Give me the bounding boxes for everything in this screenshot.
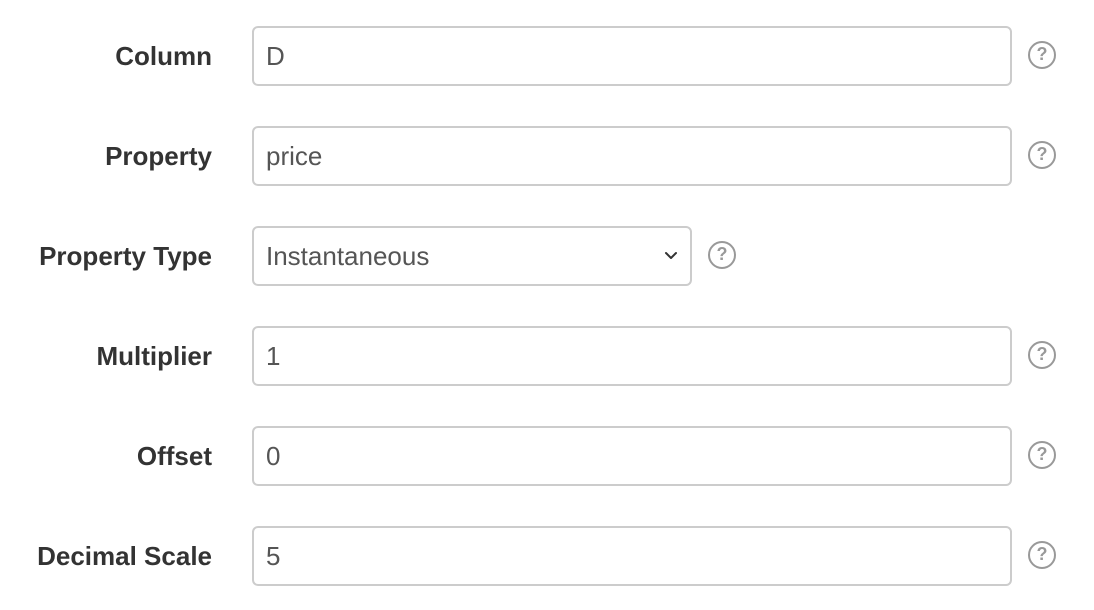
chevron-down-icon bbox=[665, 252, 677, 259]
decimal-scale-row: Decimal Scale ? bbox=[0, 526, 1094, 586]
property-row: Property ? bbox=[0, 126, 1094, 186]
question-circle-icon[interactable]: ? bbox=[1028, 441, 1056, 469]
property-type-row: Property Type Instantaneous ? bbox=[0, 226, 1094, 286]
datum-property-form: Column ? Property ? Property Type Instan… bbox=[0, 0, 1094, 610]
question-circle-icon[interactable]: ? bbox=[1028, 41, 1056, 69]
question-circle-icon[interactable]: ? bbox=[708, 241, 736, 269]
decimal-scale-input[interactable] bbox=[252, 526, 1012, 586]
question-circle-icon[interactable]: ? bbox=[1028, 341, 1056, 369]
column-row: Column ? bbox=[0, 26, 1094, 86]
property-type-select[interactable]: Instantaneous bbox=[252, 226, 692, 286]
question-circle-icon[interactable]: ? bbox=[1028, 141, 1056, 169]
property-input[interactable] bbox=[252, 126, 1012, 186]
multiplier-input[interactable] bbox=[252, 326, 1012, 386]
question-circle-icon[interactable]: ? bbox=[1028, 541, 1056, 569]
offset-row: Offset ? bbox=[0, 426, 1094, 486]
property-label: Property bbox=[105, 141, 212, 171]
offset-label: Offset bbox=[136, 441, 212, 471]
property-type-selected-value: Instantaneous bbox=[266, 241, 430, 271]
property-type-label: Property Type bbox=[39, 241, 212, 271]
column-input[interactable] bbox=[252, 26, 1012, 86]
column-label: Column bbox=[115, 41, 212, 71]
decimal-scale-label: Decimal Scale bbox=[37, 541, 212, 571]
offset-input[interactable] bbox=[252, 426, 1012, 486]
multiplier-row: Multiplier ? bbox=[0, 326, 1094, 386]
multiplier-label: Multiplier bbox=[96, 341, 212, 371]
